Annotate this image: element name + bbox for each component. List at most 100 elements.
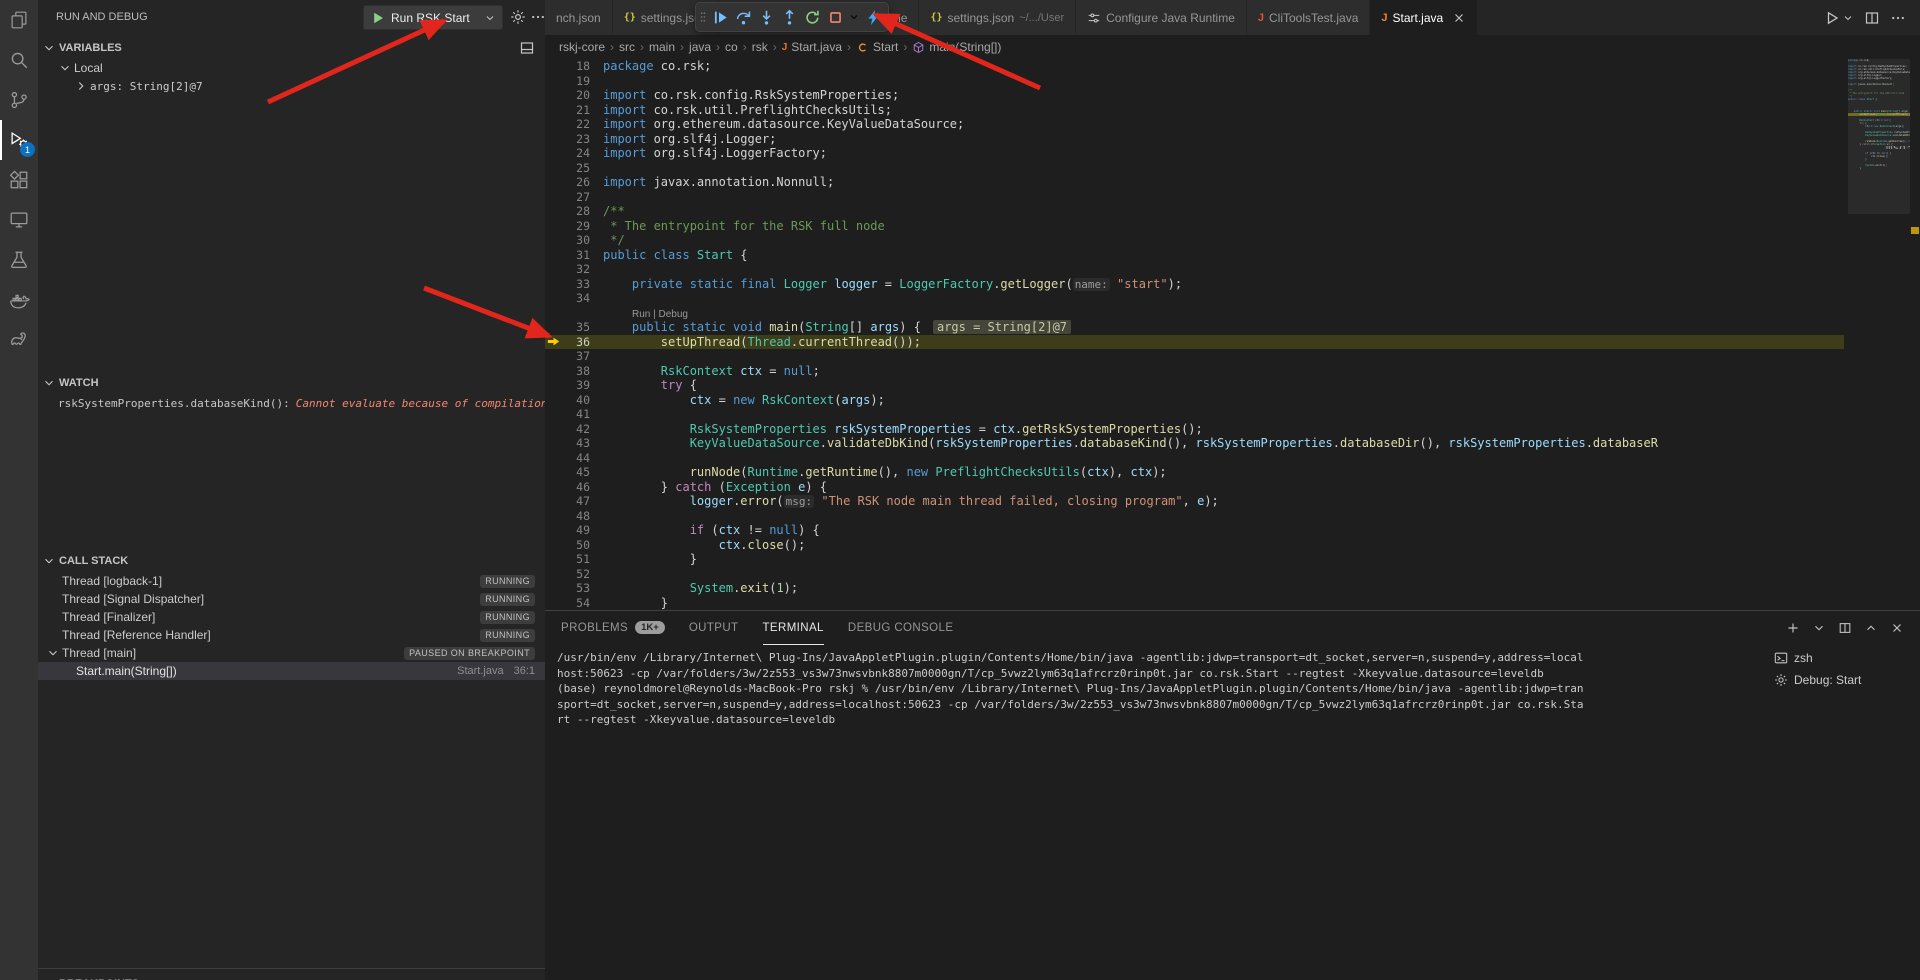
code-line[interactable]: 48 [545,509,1844,524]
code-line[interactable]: 53 System.exit(1); [545,581,1844,596]
chevron-down-icon[interactable] [1812,621,1826,635]
line-gutter[interactable]: 21 [545,103,603,118]
breakpoint-margin[interactable] [545,146,562,161]
callstack-thread-thread-main[interactable]: Thread [main]PAUSED ON BREAKPOINT [38,644,545,662]
line-gutter[interactable]: 34 [545,291,603,306]
variable-args[interactable]: args: String[2]@7 [38,77,545,95]
line-gutter[interactable]: 35 [545,320,603,335]
breakpoint-margin[interactable] [545,204,562,219]
breakpoint-margin[interactable] [545,291,562,306]
drag-handle-icon[interactable] [698,9,708,25]
split-icon[interactable] [1838,621,1852,635]
line-gutter[interactable]: 46 [545,480,603,495]
codelens-run-debug[interactable]: Run | Debug [632,309,688,320]
minimap-slider[interactable] [1848,59,1910,214]
code-line[interactable]: 21import co.rsk.util.PreflightChecksUtil… [545,103,1844,118]
breakpoint-margin[interactable] [545,436,562,451]
line-gutter[interactable]: 25 [545,161,603,176]
breakpoint-margin[interactable] [545,538,562,553]
activity-docker-icon[interactable] [0,280,38,320]
more-actions-icon[interactable] [1890,10,1906,26]
panel-tab-terminal[interactable]: TERMINAL [763,611,824,645]
activity-testing-icon[interactable] [0,240,38,280]
breakpoint-margin[interactable] [545,262,562,277]
code-line[interactable]: 54 } [545,596,1844,611]
breadcrumb-item-start-java[interactable]: JStart.java [782,40,842,54]
code-line[interactable]: 26import javax.annotation.Nonnull; [545,175,1844,190]
breakpoint-margin[interactable] [545,509,562,524]
line-gutter[interactable]: 33 [545,277,603,292]
chevron-down-icon[interactable] [1842,12,1854,24]
panel-tab-output[interactable]: OUTPUT [689,611,739,645]
breadcrumb-item-main-string[interactable]: main(String[]) [912,40,1001,54]
code-line[interactable]: 22import org.ethereum.datasource.KeyValu… [545,117,1844,132]
watch-section-header[interactable]: WATCH [38,372,545,394]
breakpoint-margin[interactable] [545,364,562,379]
breadcrumb-item-src[interactable]: src [619,40,635,54]
activity-gradle-icon[interactable] [0,320,38,360]
panel-icon[interactable] [519,40,535,56]
code-editor[interactable]: 18package co.rsk;1920import co.rsk.confi… [545,59,1920,610]
breakpoint-margin[interactable] [545,451,562,466]
code-line[interactable]: 27 [545,190,1844,205]
code-line[interactable]: 49 if (ctx != null) { [545,523,1844,538]
breakpoint-margin[interactable] [545,248,562,263]
line-gutter[interactable]: 39 [545,378,603,393]
activity-remote-explorer-icon[interactable] [0,200,38,240]
line-gutter[interactable]: 42 [545,422,603,437]
breadcrumb-item-start[interactable]: Start [856,40,898,54]
breakpoint-margin[interactable] [545,74,562,89]
breakpoint-margin[interactable] [545,59,562,74]
code-line[interactable]: 41 [545,407,1844,422]
breakpoint-margin[interactable] [545,161,562,176]
line-gutter[interactable]: 50 [545,538,603,553]
code-line[interactable]: 31public class Start { [545,248,1844,263]
breakpoints-section-header[interactable]: BREAKPOINTS [38,973,545,980]
terminal-session-debug-start[interactable]: Debug: Start [1766,669,1916,691]
start-debugging-icon[interactable] [370,10,386,26]
line-gutter[interactable]: 27 [545,190,603,205]
breadcrumb-item-main[interactable]: main [649,40,675,54]
breakpoint-margin[interactable] [545,596,562,611]
line-gutter[interactable]: 31 [545,248,603,263]
hot-code-replace-button[interactable] [862,5,884,29]
callstack-frame[interactable]: Start.main(String[])Start.java36:1 [38,662,545,680]
line-gutter[interactable]: 28 [545,204,603,219]
line-gutter[interactable]: 43 [545,436,603,451]
restart-button[interactable] [801,5,823,29]
breakpoint-margin[interactable] [545,88,562,103]
step-over-button[interactable] [732,5,754,29]
line-gutter[interactable]: 44 [545,451,603,466]
line-gutter[interactable]: 26 [545,175,603,190]
step-out-button[interactable] [778,5,800,29]
breakpoint-margin[interactable] [545,175,562,190]
panel-tab-debug-console[interactable]: DEBUG CONSOLE [848,611,954,645]
line-gutter[interactable]: 18 [545,59,603,74]
breakpoint-margin[interactable] [545,103,562,118]
tab-clitoolstest-java[interactable]: JCliToolsTest.java [1247,0,1371,35]
code-line[interactable]: 40 ctx = new RskContext(args); [545,393,1844,408]
chevron-up-icon[interactable] [1864,621,1878,635]
line-gutter[interactable]: 52 [545,567,603,582]
line-gutter[interactable]: 47 [545,494,603,509]
breadcrumb-item-rsk[interactable]: rsk [752,40,768,54]
code-line[interactable]: 36 setUpThread(Thread.currentThread()); [545,335,1844,350]
breakpoint-margin[interactable] [545,465,562,480]
callstack-thread-thread-finalizer[interactable]: Thread [Finalizer]RUNNING [38,608,545,626]
code-line[interactable]: 19 [545,74,1844,89]
terminal-session-zsh[interactable]: zsh [1766,647,1916,669]
line-gutter[interactable]: 20 [545,88,603,103]
line-gutter[interactable]: 30 [545,233,603,248]
close-icon[interactable] [1890,621,1904,635]
code-line[interactable]: 44 [545,451,1844,466]
code-line[interactable]: 30 */ [545,233,1844,248]
chevron-down-button[interactable] [847,5,861,29]
line-gutter[interactable]: 45 [545,465,603,480]
code-line[interactable]: 28/** [545,204,1844,219]
breakpoint-margin[interactable] [545,523,562,538]
line-gutter[interactable]: 49 [545,523,603,538]
breakpoint-margin[interactable] [545,581,562,596]
line-gutter[interactable]: 36 [545,335,603,350]
line-gutter[interactable]: 38 [545,364,603,379]
minimap[interactable]: package co.rsk;import co.rsk.config.RskS… [1848,59,1910,610]
